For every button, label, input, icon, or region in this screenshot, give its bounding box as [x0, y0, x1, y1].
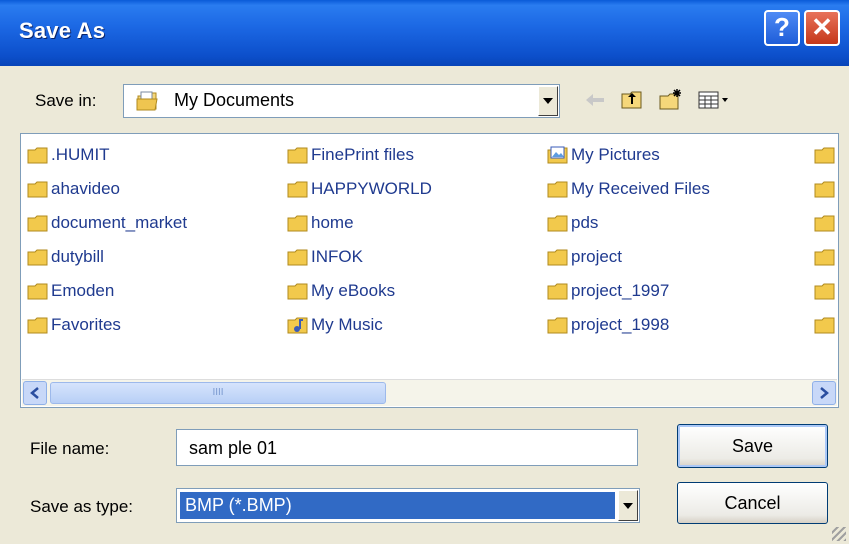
- folder-icon: [814, 249, 835, 266]
- folder-icon: [27, 283, 48, 300]
- file-name-value: sam ple 01: [189, 438, 278, 458]
- file-name-input[interactable]: sam ple 01: [176, 429, 638, 466]
- list-item[interactable]: project: [547, 242, 622, 272]
- help-button[interactable]: ?: [764, 10, 800, 46]
- folder-icon: [27, 147, 48, 164]
- folder-icon: [547, 317, 568, 334]
- folder-icon: [814, 317, 835, 334]
- save-in-dropdown-button[interactable]: [538, 86, 558, 116]
- list-item[interactable]: My eBooks: [287, 276, 395, 306]
- new-folder-icon[interactable]: [658, 88, 682, 112]
- horizontal-scrollbar[interactable]: IIII: [22, 379, 837, 406]
- list-item[interactable]: ahavideo: [27, 174, 120, 204]
- pictures-folder-icon: [547, 146, 568, 164]
- list-item-clipped[interactable]: [814, 276, 838, 306]
- list-item[interactable]: .HUMIT: [27, 140, 110, 170]
- folder-icon: [27, 215, 48, 232]
- up-folder-icon[interactable]: [620, 88, 644, 112]
- save-as-type-value: BMP (*.BMP): [185, 495, 292, 515]
- list-item[interactable]: My Pictures: [547, 140, 660, 170]
- folder-icon: [547, 283, 568, 300]
- list-item-clipped[interactable]: [814, 208, 838, 238]
- save-as-dialog: Save As ? ✕ Save in: My Documents .HUMIT…: [0, 0, 849, 544]
- list-item-clipped[interactable]: [814, 242, 838, 272]
- list-item[interactable]: document_market: [27, 208, 187, 238]
- save-as-type-dropdown-button[interactable]: [618, 490, 638, 521]
- chevron-left-icon: [30, 387, 39, 399]
- folder-icon: [814, 215, 835, 232]
- folder-icon: [287, 147, 308, 164]
- scroll-left-button[interactable]: [23, 381, 47, 405]
- folder-icon: [547, 215, 568, 232]
- view-menu-icon[interactable]: [697, 88, 731, 112]
- scroll-right-button[interactable]: [812, 381, 836, 405]
- list-item[interactable]: My Music: [287, 310, 383, 340]
- list-item[interactable]: My Received Files: [547, 174, 710, 204]
- file-list[interactable]: .HUMIT ahavideo document_market dutybill…: [20, 133, 839, 408]
- save-in-value: My Documents: [174, 90, 295, 110]
- resize-grip[interactable]: [832, 527, 846, 541]
- folder-icon: [814, 283, 835, 300]
- list-item[interactable]: project_1998: [547, 310, 669, 340]
- list-item[interactable]: Favorites: [27, 310, 121, 340]
- cancel-button[interactable]: Cancel: [677, 482, 828, 524]
- close-button[interactable]: ✕: [804, 10, 840, 46]
- list-item[interactable]: HAPPYWORLD: [287, 174, 432, 204]
- list-item-clipped[interactable]: [814, 140, 838, 170]
- folder-icon: [814, 181, 835, 198]
- my-documents-icon: [136, 91, 158, 111]
- save-in-label: Save in:: [35, 91, 97, 110]
- list-item-clipped[interactable]: [814, 310, 838, 340]
- dialog-title: Save As: [19, 18, 106, 43]
- folder-icon: [287, 283, 308, 300]
- save-as-type-combo[interactable]: BMP (*.BMP): [176, 488, 640, 523]
- list-item[interactable]: pds: [547, 208, 598, 238]
- scrollbar-thumb[interactable]: IIII: [50, 382, 386, 404]
- chevron-right-icon: [820, 387, 829, 399]
- list-item[interactable]: project_1997: [547, 276, 669, 306]
- folder-icon: [287, 181, 308, 198]
- folder-icon: [287, 215, 308, 232]
- folder-icon: [547, 249, 568, 266]
- list-item[interactable]: Emoden: [27, 276, 114, 306]
- music-folder-icon: [287, 317, 308, 334]
- list-item[interactable]: dutybill: [27, 242, 104, 272]
- save-in-combo[interactable]: My Documents: [123, 84, 560, 118]
- folder-icon: [27, 317, 48, 334]
- folder-icon: [547, 181, 568, 198]
- save-as-type-label: Save as type:: [30, 497, 134, 516]
- folder-icon: [27, 249, 48, 266]
- title-bar[interactable]: Save As ? ✕: [0, 0, 849, 66]
- list-item[interactable]: FinePrint files: [287, 140, 414, 170]
- file-name-label: File name:: [30, 439, 110, 458]
- list-item[interactable]: INFOK: [287, 242, 363, 272]
- back-arrow-icon[interactable]: [583, 88, 607, 112]
- save-button[interactable]: Save: [677, 424, 828, 468]
- folder-icon: [814, 147, 835, 164]
- folder-icon: [27, 181, 48, 198]
- list-item[interactable]: home: [287, 208, 354, 238]
- list-item-clipped[interactable]: [814, 174, 838, 204]
- folder-icon: [287, 249, 308, 266]
